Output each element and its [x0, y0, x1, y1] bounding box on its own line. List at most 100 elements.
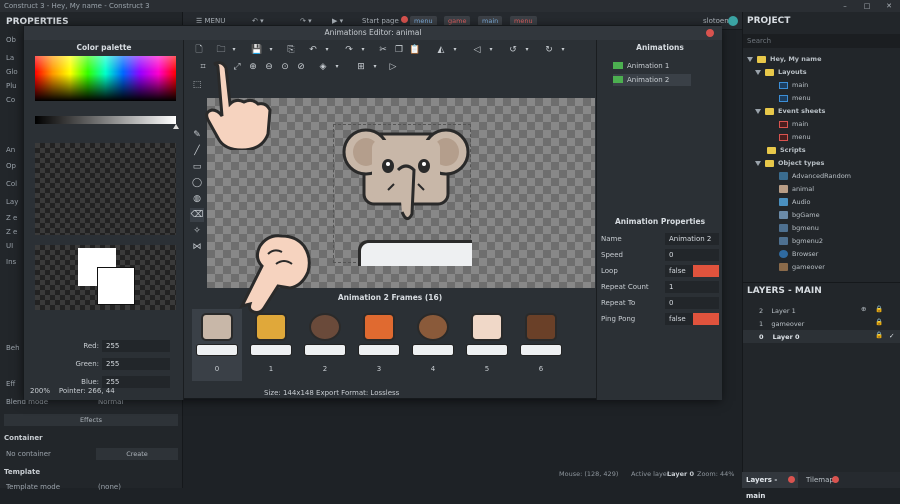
frame-thumbnail[interactable]: 1	[246, 309, 296, 381]
tree-folder-events[interactable]: Event sheets	[755, 107, 825, 115]
maximize-button[interactable]: □	[856, 0, 878, 12]
palette-swatches[interactable]	[35, 143, 176, 235]
color-picker-icon[interactable]: ⌫	[190, 208, 204, 222]
rectangle-icon[interactable]: ▭	[190, 160, 204, 174]
frame-thumbnail[interactable]: 5	[462, 309, 512, 381]
frame-thumbnail[interactable]: 3	[354, 309, 404, 381]
image-points-icon[interactable]: ⋈	[190, 240, 204, 254]
toggle-switch[interactable]	[693, 313, 719, 325]
tree-folder-layouts[interactable]: Layouts	[755, 68, 807, 76]
prop-value[interactable]: 0	[665, 297, 719, 309]
tree-object[interactable]: Browser	[779, 250, 818, 258]
slider-handle-icon[interactable]	[173, 124, 179, 129]
effects-button[interactable]: Effects	[4, 414, 178, 426]
prop-value[interactable]: 1	[665, 281, 719, 293]
frame-thumbnail[interactable]: 6	[516, 309, 566, 381]
tab-tilemap[interactable]: Tilemap	[802, 472, 834, 488]
frame-thumbnail[interactable]: 4	[408, 309, 458, 381]
layer-row[interactable]: 2 Layer 1	[759, 307, 796, 315]
chevron-down-icon[interactable]: ▾	[556, 43, 570, 57]
tree-object[interactable]: bgmenu	[779, 224, 819, 232]
new-file-icon[interactable]: 🗋	[192, 43, 206, 57]
save-icon[interactable]: 💾	[250, 43, 264, 57]
layer-row[interactable]: 0 Layer 0	[759, 333, 800, 341]
chevron-down-icon[interactable]: ▾	[264, 43, 278, 57]
play-preview-icon[interactable]: ▷	[386, 60, 400, 74]
rotate-cw-icon[interactable]: ↻	[542, 43, 556, 57]
object-label: bgmenu2	[792, 237, 823, 245]
user-avatar[interactable]	[728, 16, 738, 26]
tree-object[interactable]: gameover	[779, 263, 825, 271]
object-label: gameover	[792, 263, 825, 271]
lock-icon[interactable]: 🔒	[875, 318, 883, 326]
red-input[interactable]: 255	[102, 340, 170, 352]
tab-close-icon[interactable]	[832, 476, 839, 483]
tree-layout-main[interactable]: main	[779, 81, 808, 89]
prop-value[interactable]: 0	[665, 249, 719, 261]
zoom-reset-icon[interactable]: ⊙	[278, 60, 292, 74]
animation-item[interactable]: Animation 1	[613, 60, 691, 72]
prop-value[interactable]: Animation 2	[665, 233, 719, 245]
undo-icon[interactable]: ↶	[306, 43, 320, 57]
layer-row[interactable]: 1 gameover	[759, 320, 804, 328]
chevron-down-icon[interactable]: ▾	[320, 43, 334, 57]
brightness-slider[interactable]	[35, 116, 176, 124]
tab-close-icon[interactable]	[788, 476, 795, 483]
tree-event-menu[interactable]: menu	[779, 133, 811, 141]
tree-folder-scripts[interactable]: Scripts	[767, 146, 806, 154]
tree-object[interactable]: bgmenu2	[779, 237, 823, 245]
frame-thumbnail[interactable]: 0	[192, 309, 242, 381]
create-button[interactable]: Create	[96, 448, 178, 460]
duplicate-icon[interactable]: ❐	[392, 43, 406, 57]
bottom-tabs: Layers - main Tilemap	[742, 472, 900, 500]
origin-icon[interactable]: ✧	[190, 224, 204, 238]
color-spectrum[interactable]	[35, 56, 176, 101]
toggle-switch[interactable]	[693, 265, 719, 277]
project-search-input[interactable]: Search	[743, 34, 900, 48]
chevron-down-icon[interactable]: ▾	[448, 43, 462, 57]
close-window-button[interactable]: ✕	[878, 0, 900, 12]
ellipse-icon[interactable]: ◯	[190, 176, 204, 190]
animation-item[interactable]: Animation 2	[613, 74, 691, 86]
layouts-label: Layouts	[778, 68, 807, 76]
chevron-down-icon[interactable]: ▾	[227, 43, 241, 57]
chevron-down-icon[interactable]: ▾	[520, 43, 534, 57]
menu-label: MENU	[204, 17, 226, 25]
grid-icon[interactable]: ⊞	[354, 60, 368, 74]
tree-object[interactable]: Audio	[779, 198, 810, 206]
chevron-down-icon[interactable]: ▾	[356, 43, 370, 57]
minimize-button[interactable]: –	[834, 0, 856, 12]
paste-icon[interactable]: 📋	[408, 43, 422, 57]
secondary-color-swatch[interactable]	[97, 267, 135, 305]
lock-icon[interactable]: 🔒	[875, 331, 883, 339]
check-icon[interactable]: ✓	[889, 332, 894, 340]
prop-toggle[interactable]: false	[665, 265, 719, 277]
tree-root[interactable]: Hey, My name	[747, 55, 821, 63]
chevron-down-icon[interactable]: ▾	[484, 43, 498, 57]
chevron-down-icon[interactable]: ▾	[368, 60, 382, 74]
chevron-down-icon[interactable]: ▾	[330, 60, 344, 74]
tree-object[interactable]: animal	[779, 185, 814, 193]
rotate-ccw-icon[interactable]: ↺	[506, 43, 520, 57]
redo-icon[interactable]: ↷	[342, 43, 356, 57]
globe-icon[interactable]: ⊕	[861, 305, 866, 313]
tree-object[interactable]: bgGame	[779, 211, 820, 219]
open-folder-icon[interactable]: 🗀	[214, 43, 228, 57]
zoom-fit-icon[interactable]: ⊘	[294, 60, 308, 74]
green-input[interactable]: 255	[102, 358, 170, 370]
template-mode-value[interactable]: (none)	[98, 483, 121, 491]
flip-horizontal-icon[interactable]: ◭	[434, 43, 448, 57]
frame-thumbnail[interactable]: 2	[300, 309, 350, 381]
layers-icon[interactable]: ◈	[316, 60, 330, 74]
tree-folder-objects[interactable]: Object types	[755, 159, 824, 167]
tree-object[interactable]: AdvancedRandom	[779, 172, 851, 180]
cut-icon[interactable]: ✂	[376, 43, 390, 57]
flip-vertical-icon[interactable]: ◁	[470, 43, 484, 57]
copy-icon[interactable]: ⎘	[284, 43, 298, 57]
fill-bucket-icon[interactable]: ◍	[190, 192, 204, 206]
tree-layout-menu[interactable]: menu	[779, 94, 811, 102]
lock-icon[interactable]: 🔒	[875, 305, 883, 313]
tree-event-main[interactable]: main	[779, 120, 808, 128]
prop-toggle[interactable]: false	[665, 313, 719, 325]
close-icon[interactable]	[706, 29, 714, 37]
